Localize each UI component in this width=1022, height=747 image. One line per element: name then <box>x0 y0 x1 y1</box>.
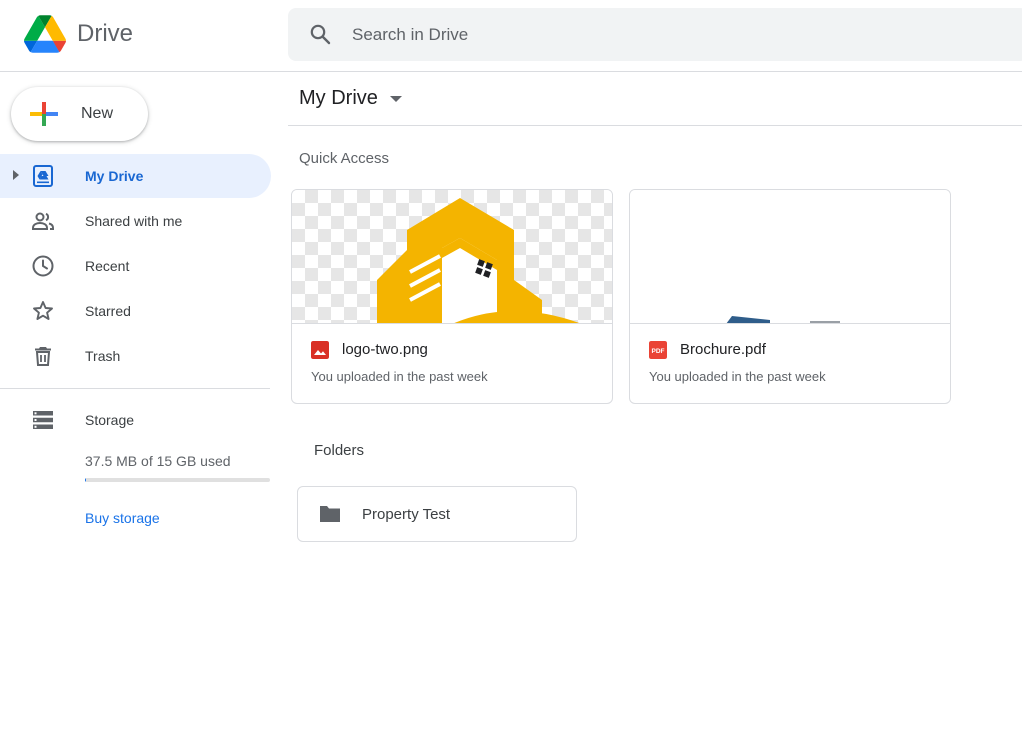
sidebar-item-label: Trash <box>85 348 121 364</box>
drive-logo-icon[interactable] <box>24 15 66 53</box>
folders-label: Folders <box>314 442 365 459</box>
pdf-file-icon: PDF <box>649 341 667 359</box>
file-subtitle: You uploaded in the past week <box>649 369 826 384</box>
folder-item[interactable]: Property Test <box>297 486 577 542</box>
page-title[interactable]: My Drive <box>299 87 378 110</box>
folder-name: Property Test <box>362 506 451 523</box>
file-subtitle: You uploaded in the past week <box>311 369 488 384</box>
main-divider <box>288 125 1022 126</box>
trash-icon <box>35 347 51 366</box>
chevron-down-icon[interactable] <box>390 96 402 102</box>
pdf-preview-graphic <box>726 316 840 323</box>
logo-preview-graphic <box>377 198 580 323</box>
top-bar: Drive <box>0 0 1022 72</box>
buy-storage-link[interactable]: Buy storage <box>85 510 160 526</box>
sidebar-item-starred[interactable]: Starred <box>0 289 271 333</box>
search-bar[interactable] <box>288 8 1022 61</box>
sidebar-item-shared[interactable]: Shared with me <box>0 199 271 243</box>
folder-icon <box>320 506 340 522</box>
quick-access-label: Quick Access <box>299 150 390 167</box>
sidebar-divider <box>0 388 270 389</box>
my-drive-icon <box>33 165 53 187</box>
file-name: Brochure.pdf <box>680 341 766 358</box>
shared-icon <box>32 212 54 230</box>
expand-caret-icon[interactable] <box>13 170 19 180</box>
new-button-label: New <box>81 105 114 122</box>
star-icon <box>33 301 53 320</box>
clock-icon <box>32 255 54 277</box>
file-preview-image <box>292 190 612 324</box>
storage-label[interactable]: Storage <box>85 412 134 428</box>
sidebar-item-label: My Drive <box>85 168 144 184</box>
storage-icon <box>33 411 53 429</box>
file-name: logo-two.png <box>342 341 428 358</box>
file-preview-pdf <box>630 190 950 324</box>
quick-access-card[interactable]: PDF Brochure.pdf You uploaded in the pas… <box>629 189 951 404</box>
new-button[interactable]: New <box>11 87 148 141</box>
sidebar-item-label: Starred <box>85 303 131 319</box>
sidebar-item-my-drive[interactable]: My Drive <box>0 154 271 198</box>
sidebar-item-label: Recent <box>85 258 130 274</box>
search-icon[interactable] <box>308 22 332 46</box>
search-input[interactable] <box>352 20 952 50</box>
storage-usage-text: 37.5 MB of 15 GB used <box>85 453 231 469</box>
quick-access-card[interactable]: logo-two.png You uploaded in the past we… <box>291 189 613 404</box>
sidebar-item-trash[interactable]: Trash <box>0 334 271 378</box>
image-file-icon <box>311 341 329 359</box>
plus-icon <box>30 102 58 126</box>
svg-text:PDF: PDF <box>652 348 665 355</box>
storage-progress-bar <box>85 478 270 482</box>
sidebar-item-recent[interactable]: Recent <box>0 244 271 288</box>
sidebar-item-label: Shared with me <box>85 213 183 229</box>
app-title: Drive <box>77 20 134 47</box>
